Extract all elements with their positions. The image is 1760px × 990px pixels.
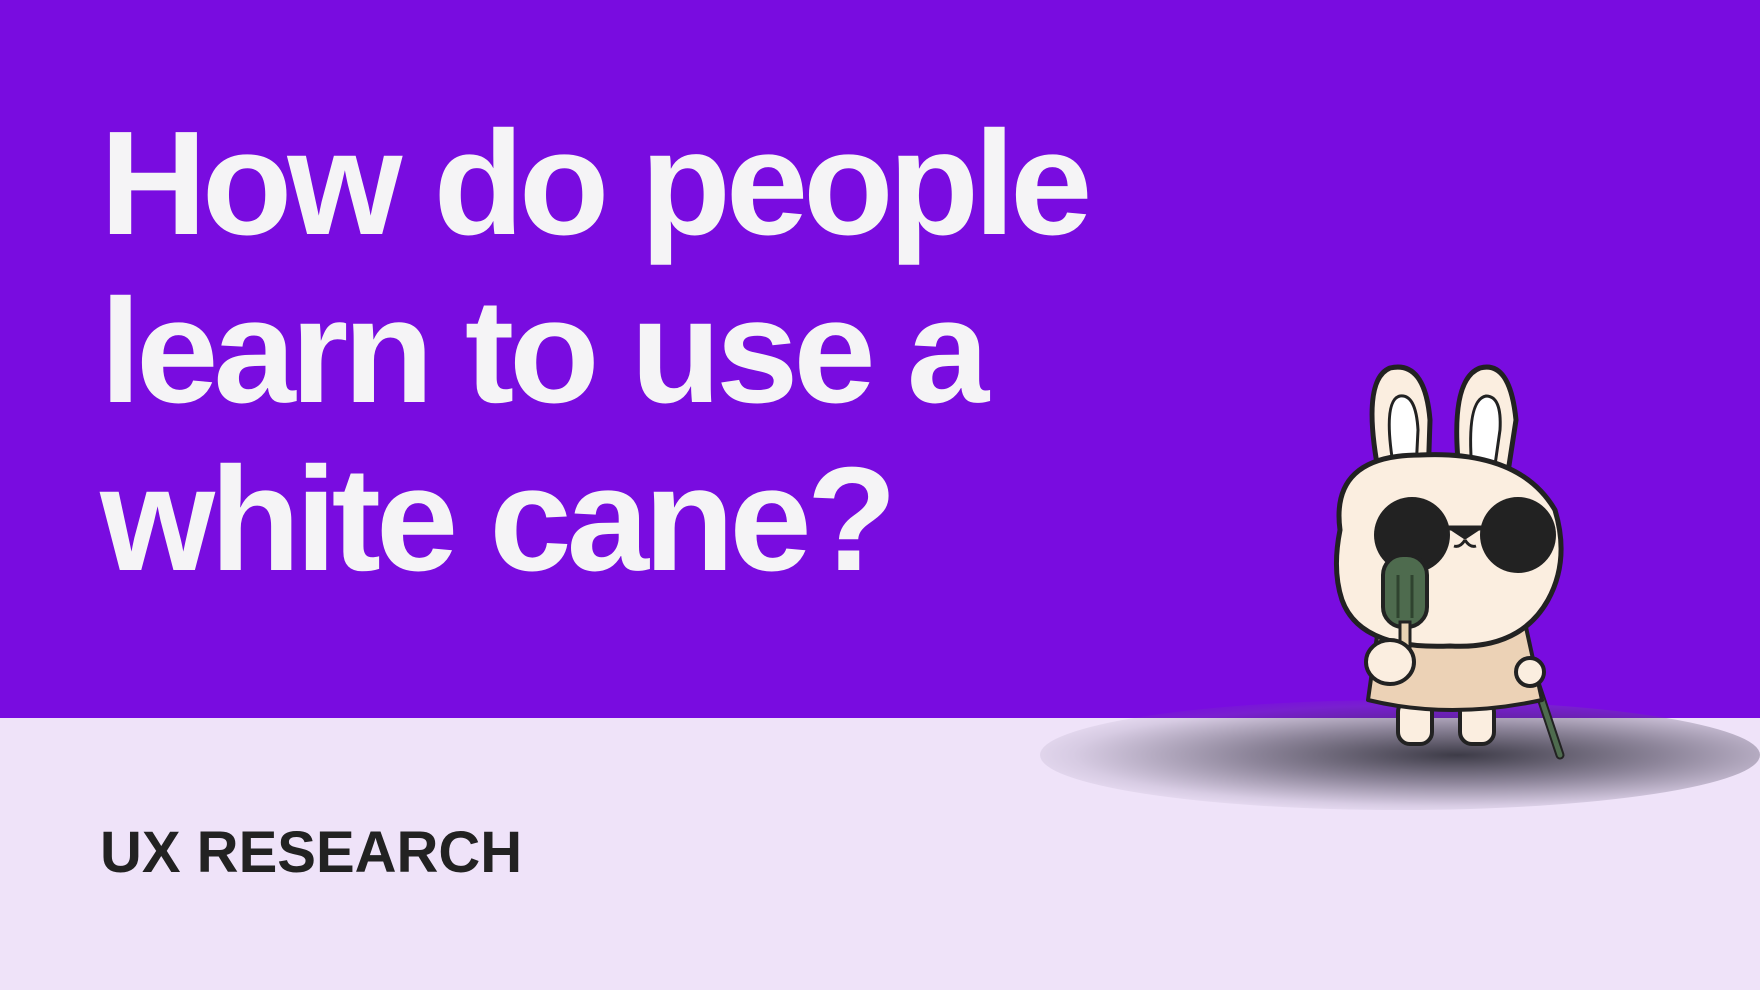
- headline-line-3: white cane?: [100, 437, 897, 602]
- headline-line-2: learn to use a: [100, 269, 989, 434]
- hero-banner: How do people learn to use a white cane?…: [0, 0, 1760, 990]
- category-label: UX RESEARCH: [100, 820, 523, 885]
- rabbit-mascot-icon: [1333, 364, 1565, 760]
- headline-line-1: How do people: [100, 101, 1092, 266]
- headline: How do people learn to use a white cane?: [100, 100, 1100, 604]
